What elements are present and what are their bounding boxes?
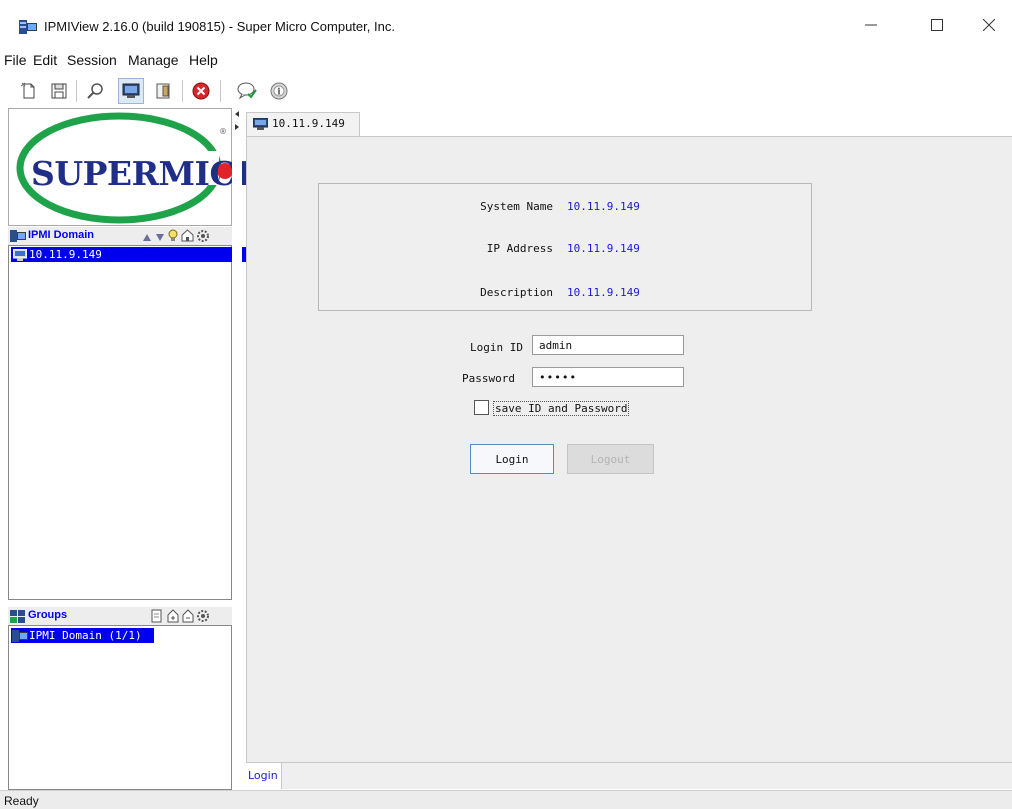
login-id-label: Login ID	[470, 341, 523, 354]
tab-strip: 10.11.9.149	[242, 112, 1012, 136]
save-credentials-checkbox[interactable]	[474, 400, 489, 415]
new-file-icon[interactable]	[16, 78, 42, 104]
login-button[interactable]: Login	[470, 444, 554, 474]
stop-icon[interactable]	[188, 78, 214, 104]
domain-host-label: 10.11.9.149	[29, 248, 102, 261]
groups-title: Groups	[28, 609, 68, 621]
ip-address-value: 10.11.9.149	[567, 242, 640, 255]
menu-bar: File Edit Session Manage Help	[0, 50, 1012, 72]
ipmi-domain-header: IPMI Domain	[8, 227, 232, 245]
description-label: Description	[480, 286, 553, 299]
group-settings-icon[interactable]	[196, 609, 210, 626]
move-up-icon[interactable]	[142, 231, 152, 245]
system-name-value: 10.11.9.149	[567, 200, 640, 213]
menu-file[interactable]: File	[4, 52, 27, 68]
password-label: Password	[462, 372, 515, 385]
remove-group-icon[interactable]	[182, 609, 194, 626]
computer-icon	[12, 248, 28, 265]
logout-button: Logout	[567, 444, 654, 474]
menu-session[interactable]: Session	[67, 52, 117, 68]
status-bar: Ready	[0, 790, 1012, 809]
info-icon[interactable]: i	[266, 78, 292, 104]
system-info-box: System Name 10.11.9.149 IP Address 10.11…	[318, 183, 812, 311]
chat-check-icon[interactable]	[234, 78, 260, 104]
computer-icon	[252, 117, 269, 134]
ipmiview-app-icon	[19, 20, 37, 34]
groups-list: IPMI Domain (1/1)	[8, 625, 232, 790]
window-title: IPMIView 2.16.0 (build 190815) - Super M…	[44, 19, 395, 34]
domain-icon	[10, 230, 26, 245]
title-bar: IPMIView 2.16.0 (build 190815) - Super M…	[0, 0, 1012, 42]
tab-login-label: Login	[248, 769, 278, 782]
registered-mark: ®	[219, 127, 227, 136]
supermicro-logo: SUPERMICR ®	[8, 108, 263, 226]
password-field[interactable]	[532, 367, 684, 387]
save-credentials-label[interactable]: save ID and Password	[493, 401, 630, 416]
logo-text: SUPERMICR	[31, 154, 263, 193]
minimize-button[interactable]	[848, 8, 894, 42]
group-label: IPMI Domain (1/1)	[29, 629, 142, 642]
domain-group-icon	[12, 630, 28, 646]
list-item[interactable]: 10.11.9.149	[11, 247, 247, 262]
svg-text:i: i	[277, 88, 281, 98]
monitor-icon[interactable]	[118, 78, 144, 104]
save-icon[interactable]	[46, 78, 72, 104]
system-name-label: System Name	[480, 200, 553, 213]
lightbulb-icon[interactable]	[168, 229, 178, 246]
menu-help[interactable]: Help	[189, 52, 218, 68]
search-icon[interactable]	[82, 78, 108, 104]
window-icon[interactable]	[150, 78, 176, 104]
move-down-icon[interactable]	[155, 231, 165, 245]
panel-splitter[interactable]	[232, 108, 242, 790]
maximize-button[interactable]	[914, 8, 960, 42]
login-id-field[interactable]	[532, 335, 684, 355]
tab-label: 10.11.9.149	[272, 117, 345, 130]
settings-icon[interactable]	[196, 229, 210, 246]
tab-login[interactable]: Login	[246, 763, 282, 789]
edit-group-icon[interactable]	[151, 609, 163, 626]
list-item[interactable]: IPMI Domain (1/1)	[11, 628, 154, 643]
description-value: 10.11.9.149	[567, 286, 640, 299]
toolbar: i	[0, 74, 1012, 108]
ipmi-domain-title: IPMI Domain	[28, 229, 95, 241]
menu-manage[interactable]: Manage	[128, 52, 179, 68]
close-button[interactable]	[966, 8, 1012, 42]
ip-address-label: IP Address	[486, 242, 553, 255]
menu-edit[interactable]: Edit	[33, 52, 57, 68]
home-icon[interactable]	[181, 229, 194, 245]
bottom-tab-area: Login	[246, 762, 1012, 789]
ipmi-domain-list: 10.11.9.149	[8, 245, 247, 600]
groups-icon	[10, 610, 26, 626]
status-text: Ready	[4, 794, 39, 808]
left-panel: SUPERMICR ® IPMI Domain 10.11.9.149 Grou…	[8, 108, 263, 790]
groups-header: Groups	[8, 607, 232, 625]
add-group-icon[interactable]	[167, 609, 179, 626]
tab-host[interactable]: 10.11.9.149	[246, 112, 360, 136]
